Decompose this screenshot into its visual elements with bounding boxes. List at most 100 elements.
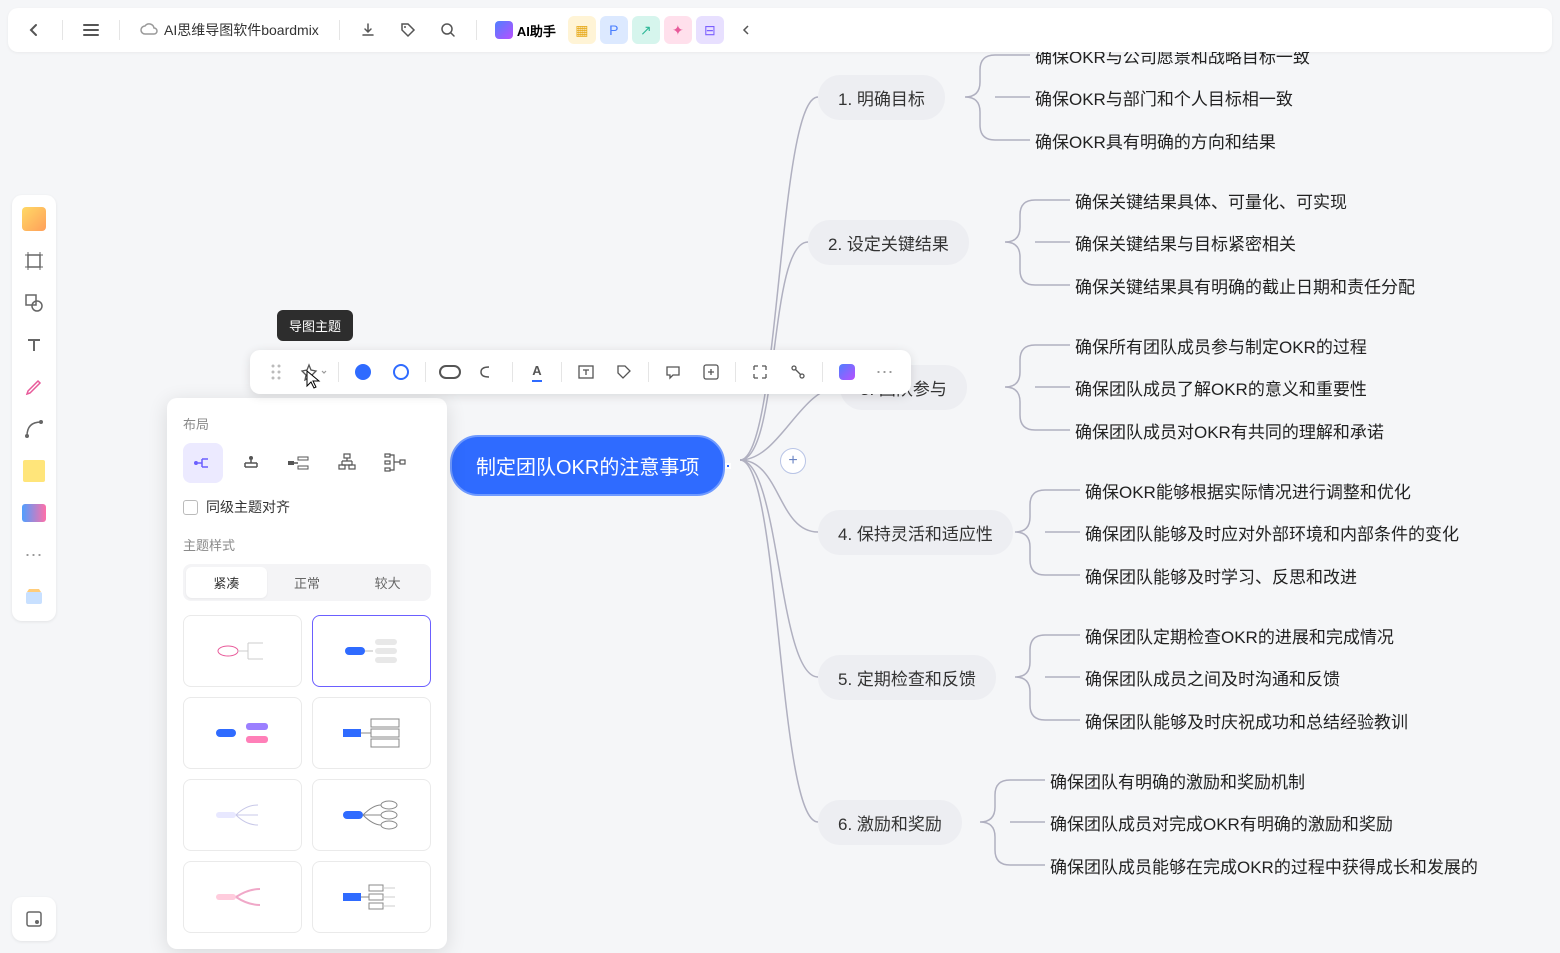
tag-button[interactable] <box>390 12 426 48</box>
leaf-node[interactable]: 确保关键结果具体、可量化、可实现 <box>1075 188 1347 213</box>
separator <box>339 20 340 40</box>
style-preset-4[interactable] <box>312 697 431 769</box>
layout-options <box>183 443 431 483</box>
tool-pen[interactable] <box>18 371 50 403</box>
tool-template[interactable] <box>18 581 50 613</box>
root-node[interactable]: 制定团队OKR的注意事项 <box>450 435 725 496</box>
left-toolbar: ⋯ <box>12 195 56 621</box>
leaf-node[interactable]: 确保关键结果与目标紧密相关 <box>1075 230 1296 255</box>
ai-assistant-button[interactable]: AI助手 <box>487 12 564 48</box>
layout-org[interactable] <box>375 443 415 483</box>
separator <box>512 362 513 382</box>
layout-section-label: 布局 <box>183 414 431 433</box>
fill-color-button[interactable] <box>345 354 381 390</box>
align-label: 同级主题对齐 <box>206 497 290 517</box>
style-preset-6[interactable] <box>312 779 431 851</box>
back-button[interactable] <box>16 12 52 48</box>
tool-frame[interactable] <box>18 245 50 277</box>
leaf-node[interactable]: 确保OKR具有明确的方向和结果 <box>1035 128 1276 153</box>
branch-node[interactable]: 4. 保持灵活和适应性 <box>818 510 1013 555</box>
separator <box>476 20 477 40</box>
text-box-button[interactable] <box>568 354 604 390</box>
text-style-button[interactable]: A <box>519 354 555 390</box>
align-siblings-option[interactable]: 同级主题对齐 <box>183 497 431 517</box>
seg-large[interactable]: 较大 <box>347 567 428 598</box>
cloud-icon <box>140 23 158 37</box>
layout-timeline[interactable] <box>279 443 319 483</box>
tool-sticker[interactable] <box>18 203 50 235</box>
tool-mindmap[interactable] <box>18 497 50 529</box>
download-button[interactable] <box>350 12 386 48</box>
tool-connect[interactable]: ✦ <box>664 16 692 44</box>
leaf-node[interactable]: 确保团队成员对完成OKR有明确的激励和奖励 <box>1050 810 1393 835</box>
leaf-node[interactable]: 确保团队定期检查OKR的进展和完成情况 <box>1085 623 1394 648</box>
style-preset-2[interactable] <box>312 615 431 687</box>
dots-icon: ⋯ <box>25 545 44 566</box>
layout-panel: 布局 同级主题对齐 主题样式 紧凑 正常 较大 <box>167 398 447 949</box>
ai-button[interactable] <box>829 354 865 390</box>
tool-image[interactable]: ▦ <box>568 16 596 44</box>
tool-line[interactable] <box>18 413 50 445</box>
menu-button[interactable] <box>73 12 109 48</box>
layout-tree[interactable] <box>327 443 367 483</box>
add-button[interactable] <box>693 354 729 390</box>
style-preset-7[interactable] <box>183 861 302 933</box>
separator <box>561 362 562 382</box>
leaf-node[interactable]: 确保OKR能够根据实际情况进行调整和优化 <box>1085 478 1411 503</box>
relation-button[interactable] <box>780 354 816 390</box>
root-handle[interactable] <box>725 463 731 469</box>
connector-style-button[interactable] <box>470 354 506 390</box>
style-preset-1[interactable] <box>183 615 302 687</box>
shape-pill-button[interactable] <box>432 354 468 390</box>
seg-normal[interactable]: 正常 <box>267 567 348 598</box>
leaf-node[interactable]: 确保团队成员能够在完成OKR的过程中获得成长和发展的 <box>1050 853 1478 878</box>
tool-shape[interactable] <box>18 287 50 319</box>
tool-chat[interactable]: ⊟ <box>696 16 724 44</box>
search-button[interactable] <box>430 12 466 48</box>
separator <box>425 362 426 382</box>
leaf-node[interactable]: 确保OKR与部门和个人目标相一致 <box>1035 85 1293 110</box>
tag-button[interactable] <box>606 354 642 390</box>
leaf-node[interactable]: 确保团队成员了解OKR的意义和重要性 <box>1075 375 1367 400</box>
leaf-node[interactable]: 确保团队成员之间及时沟通和反馈 <box>1085 665 1340 690</box>
comment-button[interactable] <box>655 354 691 390</box>
layout-down[interactable] <box>231 443 271 483</box>
top-toolbar: AI思维导图软件boardmix AI助手 ▦ P ↗ ✦ ⊟ <box>8 8 1552 52</box>
seg-compact[interactable]: 紧凑 <box>186 567 267 598</box>
node-toolbar: A ⋯ <box>250 350 911 394</box>
leaf-node[interactable]: 确保团队能够及时应对外部环境和内部条件的变化 <box>1085 520 1459 545</box>
tool-note[interactable] <box>18 455 50 487</box>
separator <box>338 362 339 382</box>
leaf-node[interactable]: 确保团队有明确的激励和奖励机制 <box>1050 768 1305 793</box>
leaf-node[interactable]: 确保所有团队成员参与制定OKR的过程 <box>1075 333 1367 358</box>
ai-logo-icon <box>495 21 513 39</box>
theme-button[interactable] <box>296 354 332 390</box>
style-preset-3[interactable] <box>183 697 302 769</box>
style-preset-5[interactable] <box>183 779 302 851</box>
border-color-button[interactable] <box>383 354 419 390</box>
branch-node[interactable]: 5. 定期检查和反馈 <box>818 655 996 700</box>
branch-node[interactable]: 1. 明确目标 <box>818 75 945 120</box>
tool-text[interactable] <box>18 329 50 361</box>
document-title[interactable]: AI思维导图软件boardmix <box>130 20 329 40</box>
style-section-label: 主题样式 <box>183 535 431 554</box>
separator <box>648 362 649 382</box>
branch-node[interactable]: 2. 设定关键结果 <box>808 220 969 265</box>
tool-share[interactable]: ↗ <box>632 16 660 44</box>
leaf-node[interactable]: 确保关键结果具有明确的截止日期和责任分配 <box>1075 273 1415 298</box>
style-presets <box>183 615 431 933</box>
leaf-node[interactable]: 确保团队能够及时学习、反思和改进 <box>1085 563 1357 588</box>
branch-node[interactable]: 6. 激励和奖励 <box>818 800 962 845</box>
more-button[interactable]: ⋯ <box>867 354 903 390</box>
style-preset-8[interactable] <box>312 861 431 933</box>
drag-handle[interactable] <box>258 354 294 390</box>
leaf-node[interactable]: 确保团队能够及时庆祝成功和总结经验教训 <box>1085 708 1408 733</box>
add-child-button[interactable]: + <box>780 448 806 474</box>
expand-button[interactable] <box>728 12 764 48</box>
tool-more[interactable]: ⋯ <box>18 539 50 571</box>
layout-right[interactable] <box>183 443 223 483</box>
tool-present[interactable]: P <box>600 16 628 44</box>
expand-button[interactable] <box>742 354 778 390</box>
root-label: 制定团队OKR的注意事项 <box>476 457 699 479</box>
leaf-node[interactable]: 确保团队成员对OKR有共同的理解和承诺 <box>1075 418 1384 443</box>
